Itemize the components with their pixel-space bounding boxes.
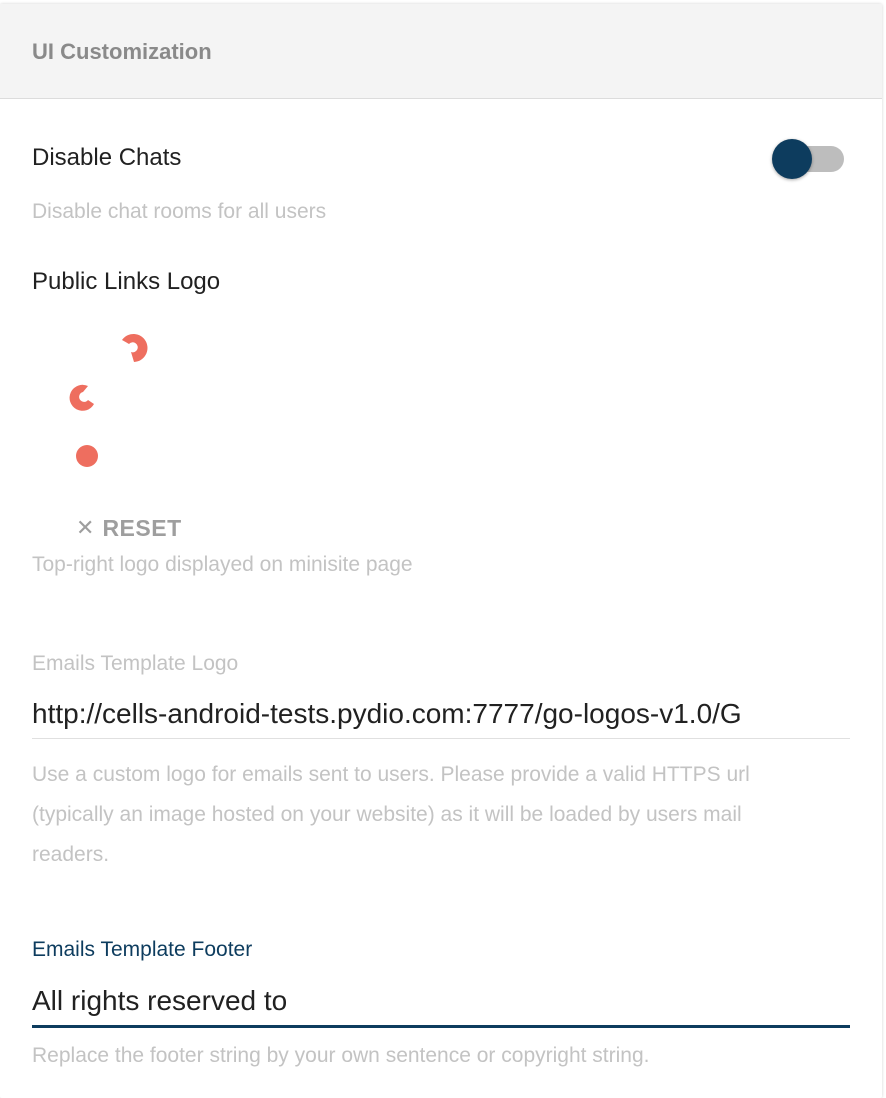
emails-template-footer-label: Emails Template Footer	[32, 938, 253, 961]
emails-template-footer-input[interactable]	[32, 979, 850, 1023]
public-links-logo-label: Public Links Logo	[32, 268, 221, 295]
emails-template-footer-underline	[32, 1025, 850, 1028]
disable-chats-label: Disable Chats	[32, 144, 182, 171]
reset-label: RESET	[102, 514, 182, 541]
toggle-thumb	[772, 139, 812, 179]
disable-chats-toggle[interactable]	[772, 139, 846, 179]
panel-title: UI Customization	[32, 39, 212, 64]
emails-template-footer-description: Replace the footer string by your own se…	[32, 1044, 650, 1067]
reset-logo-button[interactable]: ✕ RESET	[76, 510, 182, 546]
public-links-logo-preview	[60, 324, 170, 484]
emails-template-logo-underline	[32, 738, 850, 739]
emails-template-logo-label: Emails Template Logo	[32, 652, 239, 675]
emails-template-logo-description-line-3: readers.	[32, 843, 110, 866]
logo-image	[69, 334, 148, 467]
emails-template-logo-input[interactable]	[32, 692, 850, 736]
emails-template-logo-description-line-2: (typically an image hosted on your websi…	[32, 803, 742, 826]
disable-chats-description: Disable chat rooms for all users	[32, 200, 327, 223]
ui-customization-panel: UI Customization Disable Chats Disable c…	[0, 4, 882, 1098]
close-icon: ✕	[76, 515, 95, 540]
public-links-logo-description: Top-right logo displayed on minisite pag…	[32, 553, 413, 576]
panel-header: UI Customization	[0, 4, 882, 99]
emails-template-logo-description-line-1: Use a custom logo for emails sent to use…	[32, 763, 750, 786]
